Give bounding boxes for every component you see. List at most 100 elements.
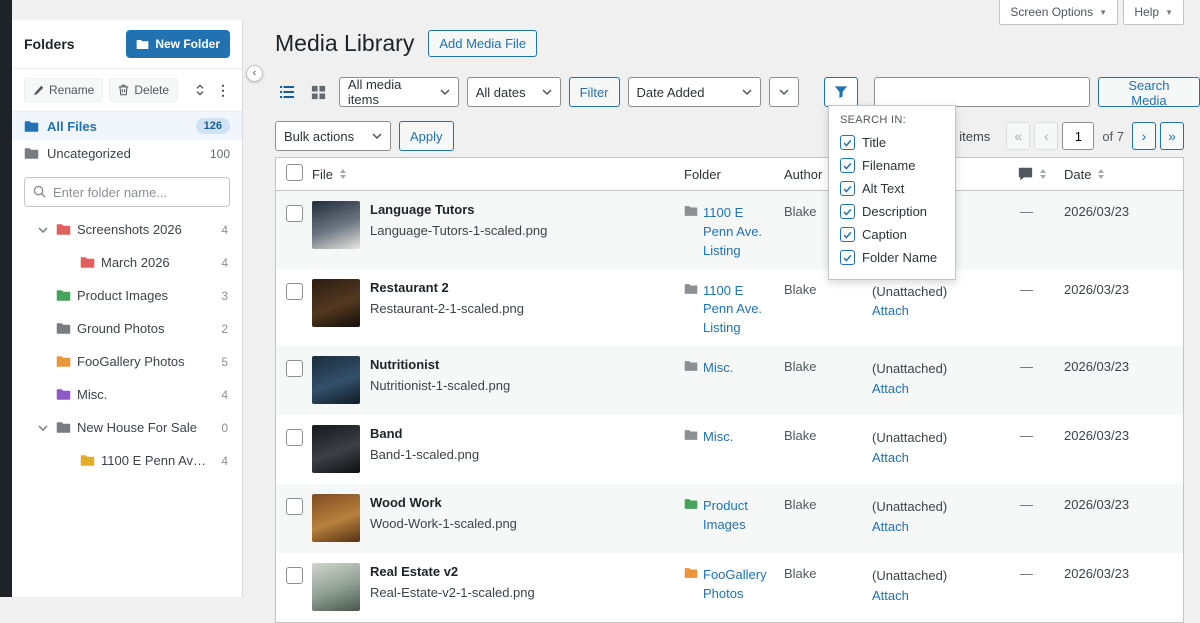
attach-link[interactable]: Attach	[872, 517, 1012, 537]
column-header-file[interactable]: File	[312, 167, 684, 182]
attach-link[interactable]: Attach	[872, 448, 1012, 468]
total-pages-label: of 7	[1098, 129, 1128, 144]
media-thumbnail[interactable]	[312, 425, 360, 473]
folder-icon	[684, 498, 698, 510]
media-thumbnail[interactable]	[312, 356, 360, 404]
media-title-link[interactable]: Real Estate v2	[370, 563, 535, 579]
checkbox-checked-icon[interactable]	[840, 181, 855, 196]
folder-link[interactable]: Misc.	[703, 359, 733, 378]
media-filename: Wood-Work-1-scaled.png	[370, 516, 517, 531]
sidebar-folder-item[interactable]: March 2026 4	[12, 246, 242, 279]
apply-button[interactable]: Apply	[399, 121, 454, 151]
sidebar-item-all-files[interactable]: All Files 126	[12, 112, 242, 140]
collapse-all-icon[interactable]	[194, 84, 206, 96]
sort-direction-button[interactable]	[769, 77, 799, 107]
media-title-link[interactable]: Wood Work	[370, 494, 517, 510]
checkbox-checked-icon[interactable]	[840, 250, 855, 265]
new-folder-button[interactable]: New Folder	[126, 30, 230, 58]
next-page-button[interactable]: ›	[1132, 122, 1156, 150]
grid-view-icon[interactable]	[307, 80, 331, 104]
filter-button[interactable]: Filter	[569, 77, 620, 107]
media-thumbnail[interactable]	[312, 201, 360, 249]
rename-button[interactable]: Rename	[24, 78, 103, 102]
list-view-icon[interactable]	[275, 80, 299, 104]
author-link[interactable]: Blake	[784, 497, 817, 512]
media-title-link[interactable]: Language Tutors	[370, 201, 547, 217]
sidebar-folder-item[interactable]: Misc. 4	[12, 378, 242, 411]
row-checkbox[interactable]	[286, 567, 303, 584]
author-link[interactable]: Blake	[784, 428, 817, 443]
folder-icon	[684, 205, 698, 217]
sidebar-folder-item[interactable]: New House For Sale 0	[12, 411, 242, 444]
checkbox-checked-icon[interactable]	[840, 135, 855, 150]
media-thumbnail[interactable]	[312, 494, 360, 542]
author-link[interactable]: Blake	[784, 282, 817, 297]
orderby-filter-select[interactable]: Date Added	[628, 77, 762, 107]
media-title-link[interactable]: Nutritionist	[370, 356, 510, 372]
bulk-actions-select[interactable]: Bulk actions	[275, 121, 391, 151]
folder-link[interactable]: Product Images	[703, 497, 774, 535]
folder-link[interactable]: FooGallery Photos	[703, 566, 774, 604]
folder-link[interactable]: Misc.	[703, 428, 733, 447]
media-search-input[interactable]	[874, 77, 1090, 107]
date-filter-select[interactable]: All dates	[467, 77, 561, 107]
folder-search-input[interactable]	[24, 177, 230, 207]
media-title-link[interactable]: Band	[370, 425, 479, 441]
search-in-option[interactable]: Caption	[840, 223, 944, 246]
media-type-filter-value: All media items	[348, 77, 432, 107]
row-checkbox[interactable]	[286, 205, 303, 222]
media-filename: Language-Tutors-1-scaled.png	[370, 223, 547, 238]
sidebar-folder-item[interactable]: Product Images 3	[12, 279, 242, 312]
media-filename: Band-1-scaled.png	[370, 447, 479, 462]
bulk-actions-value: Bulk actions	[284, 129, 354, 144]
attach-link[interactable]: Attach	[872, 379, 1012, 399]
search-media-button[interactable]: Search Media	[1098, 77, 1200, 107]
sidebar-folder-item[interactable]: Screenshots 2026 4	[12, 213, 242, 246]
screen-options-button[interactable]: Screen Options ▼	[999, 0, 1118, 25]
help-button[interactable]: Help ▼	[1123, 0, 1184, 25]
row-checkbox[interactable]	[286, 283, 303, 300]
media-thumbnail[interactable]	[312, 279, 360, 327]
row-checkbox[interactable]	[286, 498, 303, 515]
prev-page-button[interactable]: ‹	[1034, 122, 1058, 150]
sidebar-folder-item[interactable]: FooGallery Photos 5	[12, 345, 242, 378]
search-in-option[interactable]: Folder Name	[840, 246, 944, 269]
orderby-filter-value: Date Added	[637, 85, 705, 100]
column-header-comments[interactable]	[1012, 167, 1064, 181]
checkbox-checked-icon[interactable]	[840, 158, 855, 173]
tree-chevron-icon[interactable]	[38, 227, 50, 233]
attach-link[interactable]: Attach	[872, 586, 1012, 606]
search-filter-toggle-button[interactable]	[824, 77, 858, 107]
last-page-button[interactable]: »	[1160, 122, 1184, 150]
author-link[interactable]: Blake	[784, 359, 817, 374]
media-type-filter-select[interactable]: All media items	[339, 77, 459, 107]
sidebar-folder-item[interactable]: Ground Photos 2	[12, 312, 242, 345]
row-checkbox[interactable]	[286, 360, 303, 377]
select-all-checkbox[interactable]	[286, 164, 303, 181]
tree-chevron-icon[interactable]	[38, 425, 50, 431]
column-header-date[interactable]: Date	[1064, 167, 1183, 182]
search-in-option[interactable]: Title	[840, 131, 944, 154]
add-media-file-button[interactable]: Add Media File	[428, 30, 537, 57]
media-title-link[interactable]: Restaurant 2	[370, 279, 524, 295]
row-checkbox[interactable]	[286, 429, 303, 446]
search-in-option[interactable]: Alt Text	[840, 177, 944, 200]
sidebar-folder-item[interactable]: 1100 E Penn Ave. Listing 4	[12, 444, 242, 477]
first-page-button[interactable]: «	[1006, 122, 1030, 150]
sidebar-item-uncategorized[interactable]: Uncategorized 100	[12, 140, 242, 167]
media-thumbnail[interactable]	[312, 563, 360, 611]
more-options-icon[interactable]: ⋮	[216, 83, 230, 97]
folder-link[interactable]: 1100 E Penn Ave. Listing	[703, 282, 774, 339]
search-in-option[interactable]: Description	[840, 200, 944, 223]
delete-button[interactable]: Delete	[109, 78, 178, 102]
current-page-input[interactable]	[1062, 122, 1094, 150]
search-in-option[interactable]: Filename	[840, 154, 944, 177]
checkbox-checked-icon[interactable]	[840, 227, 855, 242]
collapse-sidebar-button[interactable]: ‹	[246, 65, 263, 82]
author-link[interactable]: Blake	[784, 204, 817, 219]
author-link[interactable]: Blake	[784, 566, 817, 581]
admin-menu-strip[interactable]	[0, 0, 12, 597]
folder-link[interactable]: 1100 E Penn Ave. Listing	[703, 204, 774, 261]
attach-link[interactable]: Attach	[872, 301, 1012, 321]
checkbox-checked-icon[interactable]	[840, 204, 855, 219]
